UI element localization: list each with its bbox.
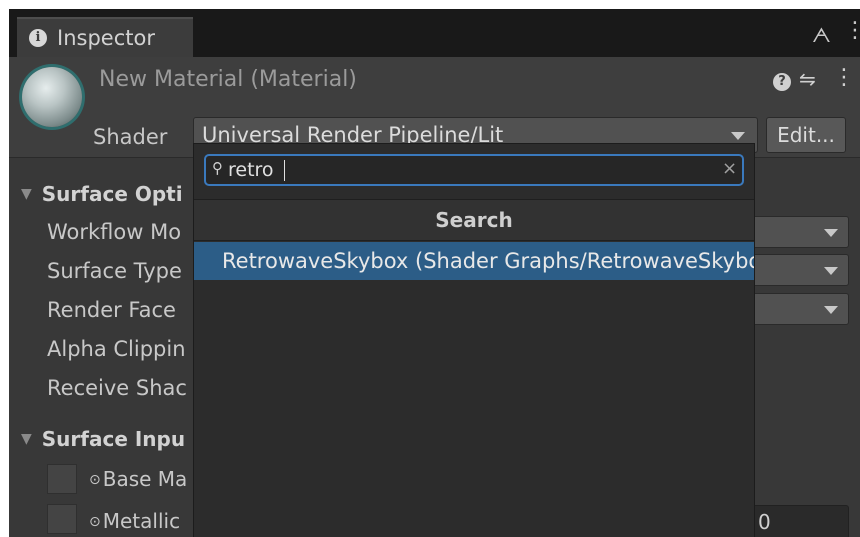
shader-label: Shader	[93, 125, 168, 149]
search-field[interactable]: ⚲ ×	[204, 154, 744, 186]
metallic-value-field[interactable]: 0	[749, 505, 849, 537]
target-icon[interactable]: ⊙	[89, 472, 101, 488]
section-surface-inputs[interactable]: ▼ Surface Inpu	[21, 427, 185, 451]
info-icon: i	[29, 29, 47, 47]
chevron-down-icon	[824, 306, 838, 314]
metallic-texture-slot[interactable]	[47, 504, 77, 534]
chevron-down-icon	[824, 267, 838, 275]
render-face-label: Render Face	[47, 298, 176, 322]
receive-shadows-label: Receive Shac	[47, 376, 187, 400]
material-preview-thumbnail	[22, 67, 82, 127]
workflow-mode-label: Workflow Mo	[47, 220, 182, 244]
target-icon[interactable]: ⊙	[89, 514, 101, 530]
search-results-header: Search	[194, 199, 754, 241]
help-icon[interactable]: ?	[773, 73, 791, 91]
search-icon: ⚲	[212, 159, 223, 177]
metallic-label: ⊙ Metallic	[89, 509, 181, 533]
render-face-dropdown[interactable]	[749, 293, 849, 325]
text-cursor	[284, 160, 285, 181]
list-item[interactable]: RetrowaveSkybox (Shader Graphs/Retrowave…	[194, 242, 754, 280]
tab-inspector[interactable]: i Inspector	[17, 17, 193, 57]
surface-type-dropdown[interactable]	[749, 254, 849, 286]
edit-shader-button[interactable]: Edit...	[766, 117, 846, 153]
kebab-menu-icon[interactable]: ⋮	[833, 65, 855, 90]
alpha-clipping-label: Alpha Clippin	[47, 337, 186, 361]
base-map-label: ⊙ Base Ma	[89, 467, 188, 491]
foldout-triangle-icon: ▼	[21, 431, 32, 447]
chevron-down-icon	[731, 132, 745, 140]
tab-bar: i Inspector ᗅ ⋮	[9, 9, 860, 57]
presets-icon[interactable]: ⇋	[799, 67, 816, 91]
foldout-triangle-icon: ▼	[21, 186, 32, 202]
inspector-window: i Inspector ᗅ ⋮ New Material (Material) …	[9, 9, 860, 537]
kebab-menu-icon[interactable]: ⋮	[844, 20, 860, 42]
shader-search-popup: ⚲ × Search RetrowaveSkybox (Shader Graph…	[193, 143, 755, 537]
material-title: New Material (Material)	[99, 67, 357, 92]
search-input[interactable]	[228, 158, 708, 182]
chevron-down-icon	[824, 229, 838, 237]
base-map-texture-slot[interactable]	[47, 464, 77, 494]
tab-label: Inspector	[57, 26, 155, 50]
lock-icon[interactable]: ᗅ	[812, 23, 831, 47]
surface-type-label: Surface Type	[47, 259, 182, 283]
section-surface-options[interactable]: ▼ Surface Opti	[21, 182, 183, 206]
workflow-mode-dropdown[interactable]	[749, 216, 849, 248]
close-icon[interactable]: ×	[722, 158, 737, 179]
